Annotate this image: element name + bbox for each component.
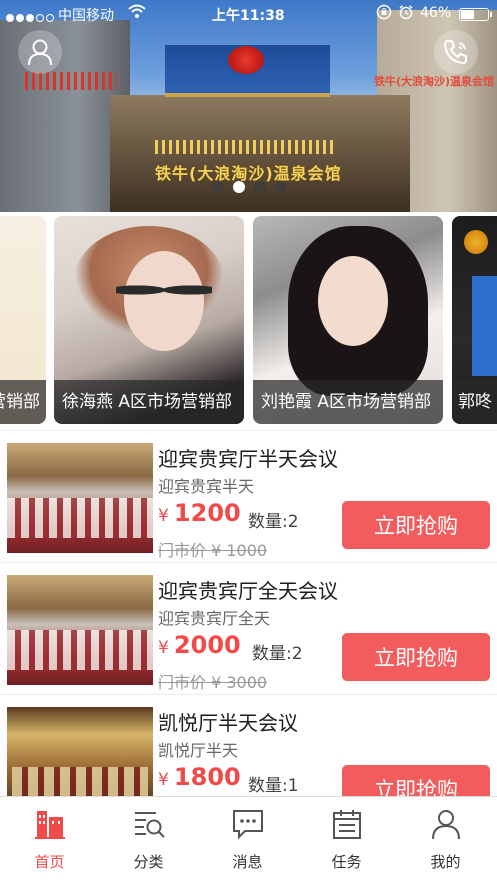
product-subtitle: 迎宾贵宾厅全天: [158, 609, 271, 628]
phone-button[interactable]: [434, 30, 478, 74]
user-icon: [28, 39, 52, 66]
product-title: 迎宾贵宾厅全天会议: [158, 579, 338, 603]
tab-label: 我的: [430, 853, 461, 871]
product-quantity: 数量:2: [248, 512, 299, 532]
signal-icon: [6, 10, 56, 26]
staff-card[interactable]: 徐海燕 A区市场营销部: [54, 216, 244, 424]
original-price: 门市价 ¥ 3000: [158, 673, 268, 692]
product-thumbnail[interactable]: [7, 707, 153, 796]
product-item[interactable]: 迎宾贵宾厅半天会议 迎宾贵宾半天 ¥ 1200 数量:2 门市价 ¥ 1000 …: [0, 431, 497, 563]
staff-card[interactable]: 刘艳霞 A区市场营销部: [253, 216, 443, 424]
banner-sign-top-right: 铁牛(大浪淘沙)温泉会馆: [374, 75, 495, 88]
rotation-lock-icon: [376, 4, 392, 24]
staff-caption: 徐海燕 A区市场营销部: [54, 380, 244, 424]
staff-caption: 营销部: [0, 380, 46, 424]
product-quantity: 数量:1: [248, 776, 299, 796]
battery-percent: 46%: [420, 5, 452, 21]
staff-caption: 郭咚: [452, 380, 497, 424]
category-search-icon: [135, 812, 165, 838]
pagination-dot[interactable]: [254, 181, 266, 193]
buy-now-button[interactable]: 立即抢购: [342, 501, 490, 549]
product-price: ¥ 2000: [158, 631, 241, 659]
buy-now-button[interactable]: 立即抢购: [342, 633, 490, 681]
bottom-tab-bar: 首页 分类 消息 任务 我的: [0, 796, 497, 883]
company-logo: [464, 230, 488, 254]
banner-mongolian-script-gold: [155, 140, 335, 154]
alarm-icon: [398, 4, 414, 24]
currency-symbol: ¥: [158, 638, 169, 658]
pagination-dot[interactable]: [212, 181, 224, 193]
home-icon: [35, 811, 65, 839]
phone-icon: [443, 40, 467, 65]
tab-messages[interactable]: 消息: [198, 797, 297, 883]
buy-now-button[interactable]: 立即抢购: [342, 765, 490, 796]
user-button[interactable]: [18, 30, 62, 74]
product-price: ¥ 1200: [158, 499, 241, 527]
tab-label: 首页: [34, 853, 65, 871]
staff-card[interactable]: 营销部: [0, 216, 46, 424]
banner-emblem: [228, 46, 264, 74]
product-subtitle: 迎宾贵宾半天: [158, 477, 255, 496]
staff-card[interactable]: 郭咚: [452, 216, 497, 424]
product-list[interactable]: 迎宾贵宾厅半天会议 迎宾贵宾半天 ¥ 1200 数量:2 门市价 ¥ 1000 …: [0, 430, 497, 796]
tab-profile[interactable]: 我的: [396, 797, 495, 883]
staff-caption: 刘艳霞 A区市场营销部: [253, 380, 443, 424]
status-bar: 中国移动 上午11:38 46%: [0, 0, 497, 28]
product-item[interactable]: 迎宾贵宾厅全天会议 迎宾贵宾厅全天 ¥ 2000 数量:2 门市价 ¥ 3000…: [0, 563, 497, 695]
pagination-dot-active[interactable]: [233, 181, 245, 193]
price-value: 1200: [173, 499, 241, 527]
product-price: ¥ 1800: [158, 763, 241, 791]
battery-level: [461, 10, 474, 19]
product-item[interactable]: 凯悦厅半天会议 凯悦厅半天 ¥ 1800 数量:1 立即抢购: [0, 695, 497, 796]
wifi-icon: [128, 3, 146, 23]
currency-symbol: ¥: [158, 770, 169, 790]
task-calendar-icon: [333, 810, 361, 839]
product-thumbnail[interactable]: [7, 575, 153, 685]
price-value: 1800: [173, 763, 241, 791]
product-title: 迎宾贵宾厅半天会议: [158, 447, 338, 471]
product-thumbnail[interactable]: [7, 443, 153, 553]
banner-pagination: [212, 181, 287, 193]
currency-symbol: ¥: [158, 506, 169, 526]
tab-label: 任务: [331, 853, 362, 871]
tab-category[interactable]: 分类: [99, 797, 198, 883]
pagination-dot[interactable]: [275, 181, 287, 193]
tab-label: 分类: [133, 853, 164, 871]
tab-label: 消息: [232, 853, 263, 871]
battery-icon: [459, 8, 492, 21]
original-price: 门市价 ¥ 1000: [158, 541, 268, 560]
clock: 上午11:38: [212, 8, 285, 24]
staff-carousel[interactable]: 营销部 徐海燕 A区市场营销部 刘艳霞 A区市场营销部 郭咚: [0, 212, 497, 430]
profile-icon: [432, 810, 460, 840]
product-quantity: 数量:2: [252, 644, 303, 664]
tab-home[interactable]: 首页: [0, 797, 99, 883]
price-value: 2000: [173, 631, 241, 659]
message-icon: [233, 810, 263, 840]
product-title: 凯悦厅半天会议: [158, 711, 298, 735]
tab-tasks[interactable]: 任务: [297, 797, 396, 883]
product-subtitle: 凯悦厅半天: [158, 741, 239, 760]
hotel-banner[interactable]: 铁牛(大浪淘沙)温泉会馆 铁牛(大浪淘沙)温泉会馆 中国移动 上午11:38 4…: [0, 0, 497, 212]
carrier-name: 中国移动: [58, 8, 114, 24]
banner-mongolian-script-red: [25, 72, 117, 90]
